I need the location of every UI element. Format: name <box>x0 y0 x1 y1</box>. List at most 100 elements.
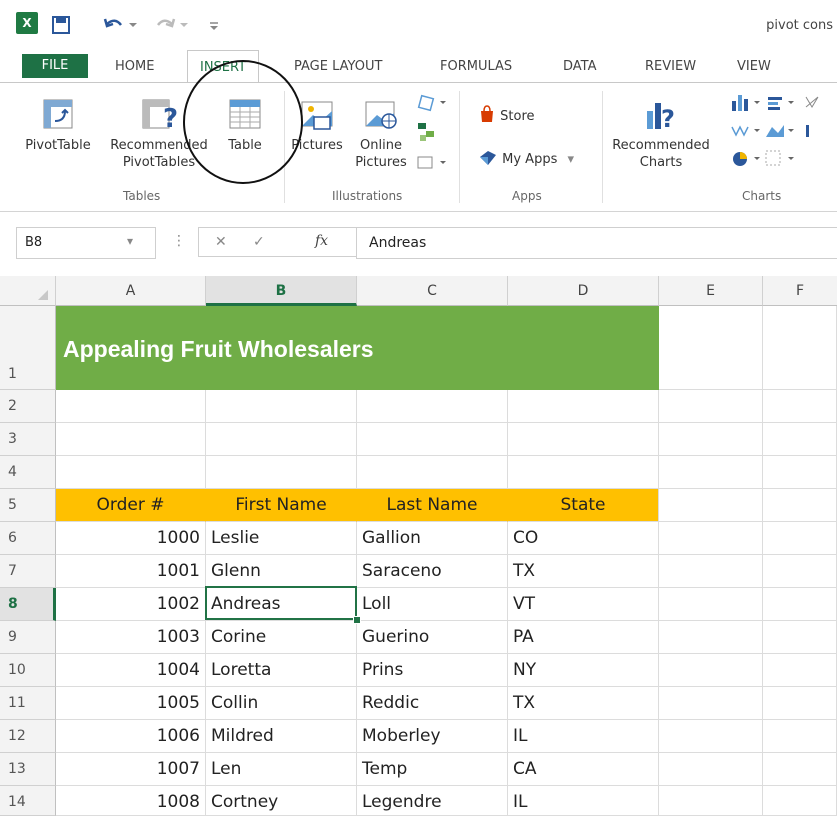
empty-cell[interactable] <box>508 423 659 456</box>
cell-last-name[interactable]: Legendre <box>357 786 508 816</box>
column-header-e[interactable]: E <box>659 276 763 306</box>
empty-cell[interactable] <box>763 786 837 816</box>
empty-cell[interactable] <box>659 456 763 489</box>
cell-state[interactable]: NY <box>508 654 659 687</box>
row-header-1[interactable]: 1 <box>0 306 56 390</box>
my-apps-dropdown-icon[interactable]: ▾ <box>568 152 575 167</box>
cell-state[interactable]: TX <box>508 555 659 588</box>
name-box-dropdown-icon[interactable]: ▾ <box>127 234 133 248</box>
column-header-c[interactable]: C <box>357 276 508 306</box>
empty-cell[interactable] <box>763 687 837 720</box>
cell-last-name[interactable]: Reddic <box>357 687 508 720</box>
empty-cell[interactable] <box>357 390 508 423</box>
empty-cell[interactable] <box>763 654 837 687</box>
save-icon[interactable] <box>51 12 73 38</box>
row-header-3[interactable]: 3 <box>0 423 56 456</box>
cell-first-name[interactable]: Leslie <box>206 522 357 555</box>
tab-page-layout[interactable]: PAGE LAYOUT <box>294 50 382 82</box>
empty-cell[interactable] <box>56 390 206 423</box>
empty-cell[interactable] <box>659 687 763 720</box>
header-cell-first-name[interactable]: First Name <box>206 489 357 522</box>
header-cell-order[interactable]: Order # <box>56 489 206 522</box>
formula-input[interactable]: Andreas <box>356 227 837 259</box>
empty-cell[interactable] <box>763 456 837 489</box>
cell-order[interactable]: 1006 <box>56 720 206 753</box>
enter-icon[interactable]: ✓ <box>253 234 265 250</box>
my-apps-button[interactable]: My Apps ▾ <box>478 149 598 168</box>
cell-state[interactable]: IL <box>508 786 659 816</box>
row-header-7[interactable]: 7 <box>0 555 56 588</box>
name-box[interactable]: B8 ▾ <box>16 227 156 259</box>
row-header-4[interactable]: 4 <box>0 456 56 489</box>
column-header-f[interactable]: F <box>763 276 837 306</box>
cell-last-name[interactable]: Prins <box>357 654 508 687</box>
empty-cell[interactable] <box>659 720 763 753</box>
store-button[interactable]: Store <box>478 105 558 125</box>
select-all-corner[interactable] <box>0 276 56 306</box>
row-header-9[interactable]: 9 <box>0 621 56 654</box>
smartart-icon[interactable] <box>416 121 438 146</box>
cell-first-name[interactable]: Corine <box>206 621 357 654</box>
empty-cell[interactable] <box>763 753 837 786</box>
empty-cell[interactable] <box>763 588 837 621</box>
cell-first-name[interactable]: Mildred <box>206 720 357 753</box>
cell-last-name[interactable]: Loll <box>357 588 508 621</box>
row-header-2[interactable]: 2 <box>0 390 56 423</box>
cell-last-name[interactable]: Temp <box>357 753 508 786</box>
cell-state[interactable]: PA <box>508 621 659 654</box>
cell-first-name[interactable]: Len <box>206 753 357 786</box>
cell-order[interactable]: 1002 <box>56 588 206 621</box>
empty-cell[interactable] <box>206 423 357 456</box>
tab-home[interactable]: HOME <box>115 50 154 82</box>
cell-last-name[interactable]: Saraceno <box>357 555 508 588</box>
cell-order[interactable]: 1007 <box>56 753 206 786</box>
cancel-icon[interactable]: ✕ <box>215 234 227 250</box>
empty-cell[interactable] <box>763 390 837 423</box>
cell-order[interactable]: 1000 <box>56 522 206 555</box>
cell-order[interactable]: 1008 <box>56 786 206 816</box>
cell-state[interactable]: CO <box>508 522 659 555</box>
column-header-b[interactable]: B <box>206 276 357 306</box>
empty-cell[interactable] <box>659 306 763 390</box>
cell-first-name[interactable]: Collin <box>206 687 357 720</box>
cell-state[interactable]: IL <box>508 720 659 753</box>
screenshot-icon[interactable] <box>416 153 448 176</box>
empty-cell[interactable] <box>508 390 659 423</box>
tab-file[interactable]: FILE <box>22 54 88 78</box>
cell-state[interactable]: TX <box>508 687 659 720</box>
cell-order[interactable]: 1005 <box>56 687 206 720</box>
empty-cell[interactable] <box>763 621 837 654</box>
empty-cell[interactable] <box>357 423 508 456</box>
empty-cell[interactable] <box>659 753 763 786</box>
cell-order[interactable]: 1001 <box>56 555 206 588</box>
row-header-6[interactable]: 6 <box>0 522 56 555</box>
recommended-charts-button[interactable]: ? Recommended Charts <box>606 97 716 171</box>
empty-cell[interactable] <box>659 786 763 816</box>
cell-state[interactable]: CA <box>508 753 659 786</box>
empty-cell[interactable] <box>763 306 837 390</box>
empty-cell[interactable] <box>659 522 763 555</box>
empty-cell[interactable] <box>659 390 763 423</box>
empty-cell[interactable] <box>763 555 837 588</box>
cell-order[interactable]: 1003 <box>56 621 206 654</box>
empty-cell[interactable] <box>357 456 508 489</box>
fill-handle[interactable] <box>353 616 361 624</box>
undo-icon[interactable] <box>103 12 137 38</box>
cell-state[interactable]: VT <box>508 588 659 621</box>
empty-cell[interactable] <box>659 423 763 456</box>
empty-cell[interactable] <box>56 456 206 489</box>
cell-first-name[interactable]: Glenn <box>206 555 357 588</box>
empty-cell[interactable] <box>659 555 763 588</box>
row-header-11[interactable]: 11 <box>0 687 56 720</box>
tab-view[interactable]: VIEW <box>737 50 771 82</box>
cell-first-name[interactable]: Cortney <box>206 786 357 816</box>
empty-cell[interactable] <box>206 456 357 489</box>
empty-cell[interactable] <box>763 720 837 753</box>
title-banner[interactable]: Appealing Fruit Wholesalers <box>56 306 659 390</box>
header-cell-last-name[interactable]: Last Name <box>357 489 508 522</box>
empty-cell[interactable] <box>508 456 659 489</box>
empty-cell[interactable] <box>56 423 206 456</box>
tab-formulas[interactable]: FORMULAS <box>440 50 512 82</box>
row-header-13[interactable]: 13 <box>0 753 56 786</box>
empty-cell[interactable] <box>659 621 763 654</box>
